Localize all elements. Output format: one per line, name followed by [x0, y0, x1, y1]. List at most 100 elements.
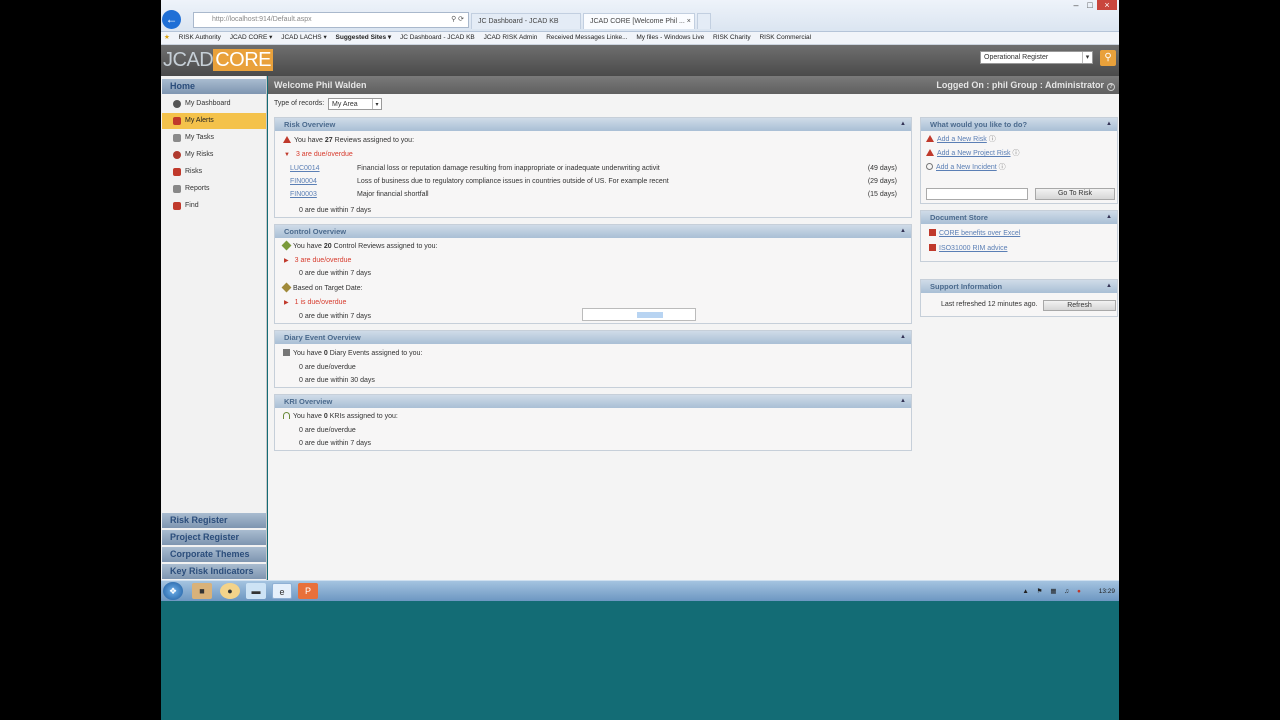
address-text: http://localhost:914/Default.aspx	[212, 16, 312, 23]
key-icon[interactable]: ⚲	[1100, 50, 1116, 66]
action-add-incident: Add a New Incident ⓘ	[926, 163, 1006, 173]
chevron-down-icon: ▾	[1082, 52, 1092, 63]
favorite-link[interactable]: My files - Windows Live	[636, 34, 704, 41]
diary-overview-header[interactable]: Diary Event Overview ▲	[275, 331, 911, 344]
sidebar-section-corporate-themes[interactable]: Corporate Themes	[162, 547, 266, 562]
register-select[interactable]: Operational Register ▾	[980, 51, 1093, 64]
back-button[interactable]: ←	[162, 10, 181, 29]
favorite-link[interactable]: RISK Commercial	[759, 34, 811, 41]
network-icon[interactable]: ▦	[1050, 588, 1056, 595]
jcad-core-logo: JCAD CORE	[163, 49, 274, 71]
favorite-link[interactable]: JC Dashboard - JCAD KB	[400, 34, 475, 41]
favorite-link[interactable]: Suggested Sites ▾	[336, 34, 392, 41]
tab-dashboard[interactable]: JC Dashboard - JCAD KB	[471, 13, 581, 29]
sidebar-item-reports[interactable]: Reports	[162, 181, 266, 197]
sidebar-section-project-register[interactable]: Project Register	[162, 530, 266, 545]
risk-overview-header[interactable]: Risk Overview ▲	[275, 118, 911, 131]
find-icon	[173, 202, 181, 210]
chevron-down-icon: ▾	[372, 99, 381, 109]
collapse-icon[interactable]: ▲	[900, 395, 906, 408]
sidebar-item-risks[interactable]: Risks	[162, 164, 266, 180]
risk-overdue-toggle[interactable]: ▼ 3 are due/overdue	[284, 150, 353, 160]
address-bar[interactable]: http://localhost:914/Default.aspx ⚲ ⟳	[193, 12, 469, 28]
tray-arrow-icon[interactable]: ▲	[1022, 588, 1028, 595]
favorite-link[interactable]: RISK Charity	[713, 34, 751, 41]
records-type-select[interactable]: My Area ▾	[328, 98, 382, 110]
risk-id-link[interactable]: LUC0014	[290, 164, 357, 174]
minimize-icon[interactable]: –	[1069, 0, 1083, 10]
document-store-header[interactable]: Document Store ▲	[921, 211, 1117, 224]
favorite-link[interactable]: JCAD CORE ▾	[230, 34, 273, 41]
chrome-icon[interactable]: ●	[220, 583, 240, 599]
collapse-icon[interactable]: ▲	[1106, 118, 1112, 131]
target-overdue-toggle[interactable]: ▶ 1 is due/overdue	[284, 298, 346, 308]
alert-icon	[173, 117, 181, 125]
flag-icon[interactable]: ⚑	[1037, 588, 1043, 595]
goto-risk-input[interactable]	[926, 188, 1028, 200]
kri-summary: You have 0 KRIs assigned to you:	[283, 412, 398, 422]
collapse-icon[interactable]: ▲	[1106, 211, 1112, 224]
close-icon[interactable]: ×	[1097, 0, 1117, 10]
maximize-icon[interactable]: □	[1083, 0, 1097, 10]
kri-due-within: 0 are due within 7 days	[299, 440, 371, 447]
collapse-icon[interactable]: ▲	[1106, 280, 1112, 293]
sidebar-item-my-dashboard[interactable]: My Dashboard	[162, 96, 266, 112]
favorite-link[interactable]: JCAD RISK Admin	[484, 34, 538, 41]
kri-overview-header[interactable]: KRI Overview ▲	[275, 395, 911, 408]
actions-header[interactable]: What would you like to do? ▲	[921, 118, 1117, 131]
sidebar-item-find[interactable]: Find	[162, 198, 266, 214]
sidebar-home-header[interactable]: Home	[162, 79, 266, 94]
support-info-header[interactable]: Support Information ▲	[921, 280, 1117, 293]
collapse-icon[interactable]: ▲	[900, 225, 906, 238]
favorite-link[interactable]: JCAD LACHS ▾	[281, 34, 327, 41]
refresh-button[interactable]: Refresh	[1043, 300, 1116, 311]
document-item: CORE benefits over Excel	[929, 229, 1020, 239]
expand-arrow-icon: ▼	[284, 152, 290, 158]
control-overview-header[interactable]: Control Overview ▲	[275, 225, 911, 238]
loading-progress-bar	[582, 308, 696, 321]
volume-icon[interactable]: ♫	[1064, 588, 1069, 595]
sidebar-item-my-risks[interactable]: My Risks	[162, 147, 266, 163]
sidebar-section-risk-register[interactable]: Risk Register	[162, 513, 266, 528]
help-icon[interactable]: ⓘ	[1012, 150, 1019, 157]
favorite-link[interactable]: Received Messages Linke...	[546, 34, 627, 41]
kri-overdue: 0 are due/overdue	[299, 427, 356, 434]
new-tab-button[interactable]	[697, 13, 711, 29]
progress-fill	[637, 312, 663, 318]
collapse-icon[interactable]: ▲	[900, 118, 906, 131]
goto-risk-button[interactable]: Go To Risk	[1035, 188, 1115, 200]
help-icon[interactable]: ?	[1107, 83, 1115, 91]
control-overdue-toggle[interactable]: ▶ 3 are due/overdue	[284, 256, 351, 266]
antivirus-icon[interactable]: ●	[1077, 588, 1081, 595]
target-icon	[281, 282, 292, 293]
risk-id-link[interactable]: FIN0004	[290, 177, 357, 187]
records-type-row: Type of records: My Area ▾	[274, 98, 382, 110]
sidebar-section-key-risk-indicators[interactable]: Key Risk Indicators	[162, 564, 266, 579]
risk-due-within: 0 are due within 7 days	[299, 207, 371, 214]
favorites-star-icon[interactable]: ★	[164, 34, 170, 41]
user-risk-icon	[173, 151, 181, 159]
search-refresh-icons[interactable]: ⚲ ⟳	[451, 13, 464, 27]
clock[interactable]: 13:29	[1099, 588, 1115, 595]
internet-explorer-icon[interactable]: e	[272, 583, 292, 599]
favorite-link[interactable]: RISK Authority	[179, 34, 221, 41]
help-icon[interactable]: ⓘ	[989, 136, 996, 143]
system-tray: ▲ ⚑ ▦ ♫ ● 13:29	[1016, 581, 1115, 602]
folder-icon[interactable]: ▬	[246, 583, 266, 599]
risk-days: (49 days)	[867, 165, 897, 172]
sidebar-item-my-tasks[interactable]: My Tasks	[162, 130, 266, 146]
tab-jcad-core[interactable]: JCAD CORE [Welcome Phil ... ×	[583, 13, 695, 29]
records-type-label: Type of records:	[274, 100, 325, 107]
start-button[interactable]: ❖	[163, 582, 183, 600]
warning-icon	[926, 149, 934, 156]
powerpoint-icon[interactable]: P	[298, 583, 318, 599]
risk-id-link[interactable]: FIN0003	[290, 190, 357, 200]
pdf-icon	[929, 244, 936, 251]
diary-icon	[283, 349, 290, 356]
collapse-icon[interactable]: ▲	[900, 331, 906, 344]
app-header: JCAD CORE Operational Register ▾ ⚲	[161, 45, 1119, 76]
help-icon[interactable]: ⓘ	[999, 164, 1006, 171]
target-due-within: 0 are due within 7 days	[299, 313, 371, 320]
sidebar-item-my-alerts[interactable]: My Alerts	[162, 113, 266, 129]
explorer-icon[interactable]: ■	[192, 583, 212, 599]
